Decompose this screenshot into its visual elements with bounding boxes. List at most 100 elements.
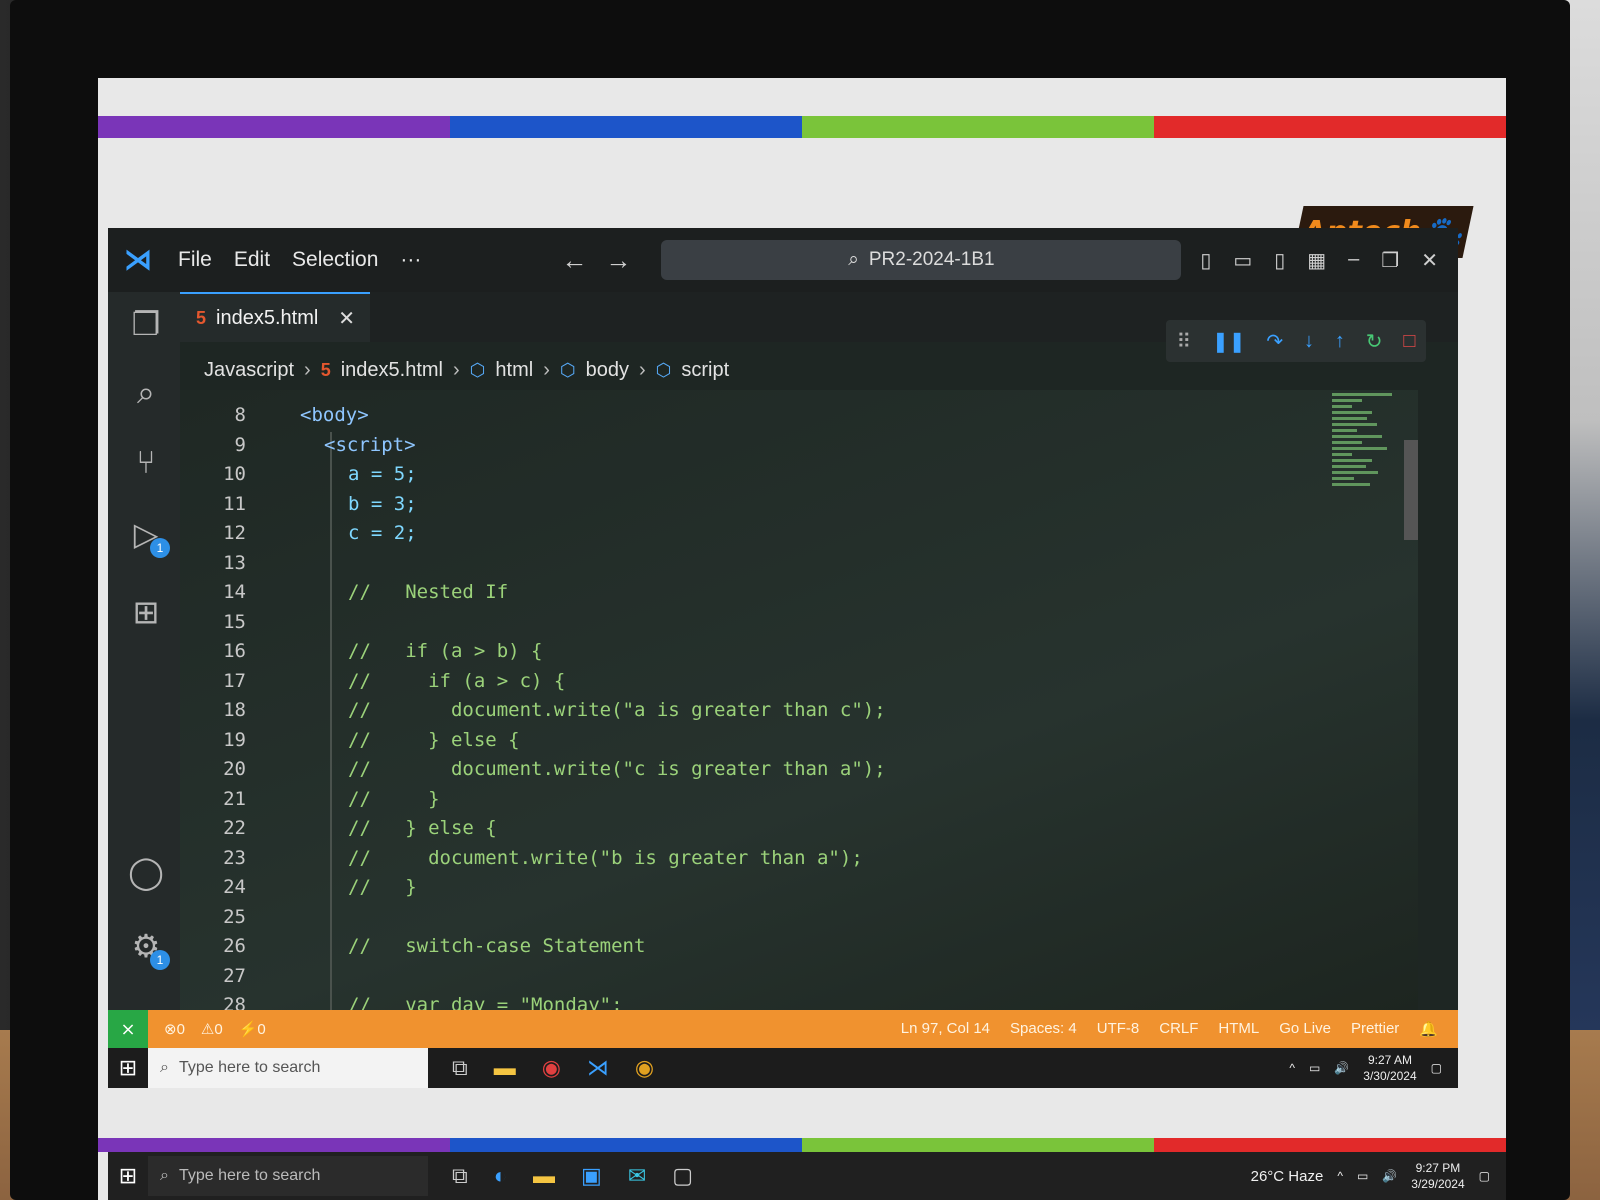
code-text: // document.write("a is greater than c")… (348, 699, 886, 721)
code-line[interactable]: 27 (180, 961, 1418, 991)
menu-more[interactable]: ··· (400, 248, 421, 272)
chevron-up-icon[interactable]: ^ (1337, 1169, 1343, 1183)
windows-start-icon[interactable]: ⊞ (108, 1163, 148, 1189)
warnings-count[interactable]: 0 (214, 1021, 222, 1038)
breadcrumb-body[interactable]: body (586, 359, 629, 382)
code-line[interactable]: 23 // document.write("b is greater than a… (180, 843, 1418, 873)
breadcrumb-html[interactable]: html (495, 359, 533, 382)
code-line[interactable]: 26 // switch-case Statement (180, 931, 1418, 961)
minimize-icon[interactable]: – (1348, 248, 1359, 273)
chevron-up-icon[interactable]: ^ (1289, 1061, 1295, 1075)
pause-icon[interactable]: ❚❚ (1212, 329, 1246, 354)
command-center-search[interactable]: ⌕ PR2-2024-1B1 (661, 240, 1182, 280)
code-line[interactable]: 16 // if (a > b) { (180, 636, 1418, 666)
network-icon[interactable]: ▭ (1309, 1061, 1320, 1075)
drag-handle-icon[interactable]: ⠿ (1176, 329, 1191, 354)
clock[interactable]: 9:27 PM 3/29/2024 (1411, 1160, 1464, 1192)
close-window-icon[interactable]: ✕ (1421, 248, 1438, 273)
breadcrumb-folder[interactable]: Javascript (204, 359, 294, 382)
volume-icon[interactable]: 🔊 (1334, 1061, 1349, 1075)
notifications-bell-icon[interactable]: 🔔 (1419, 1020, 1438, 1038)
explorer-icon[interactable]: ❐ (126, 304, 166, 344)
menu-file[interactable]: File (178, 248, 212, 272)
warnings-icon[interactable]: ⚠ (201, 1020, 214, 1038)
account-icon[interactable]: ◯ (126, 852, 166, 892)
store-icon[interactable]: ▣ (581, 1163, 602, 1189)
task-view-icon[interactable]: ⧉ (452, 1163, 468, 1189)
restart-icon[interactable]: ↻ (1366, 329, 1383, 354)
code-line[interactable]: 11 b = 3; (180, 489, 1418, 519)
customize-layout-icon[interactable]: ▦ (1307, 248, 1326, 273)
code-line[interactable]: 13 (180, 548, 1418, 578)
chrome-icon[interactable]: ◉ (542, 1055, 561, 1081)
code-line[interactable]: 19 // } else { (180, 725, 1418, 755)
menu-selection[interactable]: Selection (292, 248, 378, 272)
ports-icon[interactable]: ⚡ (239, 1020, 258, 1038)
indentation[interactable]: Spaces: 4 (1010, 1020, 1077, 1038)
code-line[interactable]: 24 // } (180, 872, 1418, 902)
settings-gear-icon[interactable]: ⚙ 1 (126, 926, 170, 970)
code-line[interactable]: 20 // document.write("c is greater than a… (180, 754, 1418, 784)
edge-icon[interactable]: ◐ (494, 1163, 507, 1189)
network-icon[interactable]: ▭ (1357, 1169, 1368, 1183)
restore-icon[interactable]: ❐ (1381, 248, 1399, 273)
ports-count[interactable]: 0 (257, 1021, 265, 1038)
search-sidebar-icon[interactable]: ⌕ (126, 372, 166, 412)
code-line[interactable]: 17 // if (a > c) { (180, 666, 1418, 696)
code-line[interactable]: 10 a = 5; (180, 459, 1418, 489)
code-line[interactable]: 22 // } else { (180, 813, 1418, 843)
errors-icon[interactable]: ⊗ (164, 1020, 177, 1038)
chrome-icon[interactable]: ◉ (635, 1055, 654, 1081)
code-line[interactable]: 14 // Nested If (180, 577, 1418, 607)
weather-widget[interactable]: 26°C Haze (1251, 1168, 1324, 1185)
code-line[interactable]: 15 (180, 607, 1418, 637)
stop-icon[interactable]: □ (1403, 330, 1415, 353)
source-control-icon[interactable]: ⑂ (126, 442, 166, 482)
encoding[interactable]: UTF-8 (1097, 1020, 1140, 1038)
forward-arrow-icon[interactable]: → (605, 245, 631, 276)
code-line[interactable]: 12 c = 2; (180, 518, 1418, 548)
line-ending[interactable]: CRLF (1159, 1020, 1198, 1038)
language-mode[interactable]: HTML (1218, 1020, 1259, 1038)
code-line[interactable]: 25 (180, 902, 1418, 932)
clock[interactable]: 9:27 AM 3/30/2024 (1363, 1052, 1416, 1084)
go-live-button[interactable]: Go Live (1279, 1020, 1331, 1038)
file-explorer-icon[interactable]: ▬ (494, 1055, 516, 1081)
extensions-icon[interactable]: ⊞ (126, 592, 166, 632)
code-line[interactable]: 21 // } (180, 784, 1418, 814)
errors-count[interactable]: 0 (177, 1021, 185, 1038)
volume-icon[interactable]: 🔊 (1382, 1169, 1397, 1183)
code-line[interactable]: 18 // document.write("a is greater than c… (180, 695, 1418, 725)
task-view-icon[interactable]: ⧉ (452, 1055, 468, 1081)
remote-desktop-icon[interactable]: ▢ (672, 1163, 693, 1189)
taskbar-search[interactable]: ⌕ Type here to search (148, 1048, 428, 1088)
breadcrumb-script[interactable]: script (681, 359, 729, 382)
step-into-icon[interactable]: ↓ (1304, 330, 1314, 353)
code-text: <body> (300, 404, 369, 426)
toggle-secondary-sidebar-icon[interactable]: ▯ (1274, 248, 1285, 273)
mail-icon[interactable]: ✉ (628, 1163, 646, 1189)
notification-center-icon[interactable]: ▢ (1479, 1169, 1490, 1183)
windows-start-icon[interactable]: ⊞ (108, 1055, 148, 1081)
taskbar-search[interactable]: ⌕ Type here to search (148, 1156, 428, 1196)
breadcrumb-file[interactable]: index5.html (341, 359, 443, 382)
code-line[interactable]: 28 // var day = "Monday"; (180, 990, 1418, 1010)
step-out-icon[interactable]: ↑ (1335, 330, 1345, 353)
step-over-icon[interactable]: ↷ (1266, 329, 1283, 354)
tab-index5-html[interactable]: 5 index5.html ✕ (180, 292, 370, 342)
tab-close-icon[interactable]: ✕ (338, 306, 355, 331)
code-editor[interactable]: 8 <body> 9 <script> 10 a = 5; 11 b = 3; 12 c = 2;… (180, 390, 1418, 1010)
toggle-sidebar-icon[interactable]: ▯ (1200, 248, 1211, 273)
cursor-position[interactable]: Ln 97, Col 14 (901, 1020, 990, 1038)
file-explorer-icon[interactable]: ▬ (533, 1163, 555, 1189)
notification-center-icon[interactable]: ▢ (1431, 1061, 1442, 1075)
code-line[interactable]: 9 <script> (180, 430, 1418, 460)
code-line[interactable]: 8 <body> (180, 400, 1418, 430)
remote-icon[interactable]: ⨯ (108, 1010, 148, 1048)
prettier-button[interactable]: Prettier (1351, 1020, 1399, 1038)
back-arrow-icon[interactable]: ← (561, 245, 587, 276)
vscode-taskbar-icon[interactable]: ⋊ (587, 1055, 609, 1081)
run-debug-icon[interactable]: ▷ 1 (126, 514, 170, 558)
toggle-panel-icon[interactable]: ▭ (1233, 248, 1252, 273)
menu-edit[interactable]: Edit (234, 248, 270, 272)
